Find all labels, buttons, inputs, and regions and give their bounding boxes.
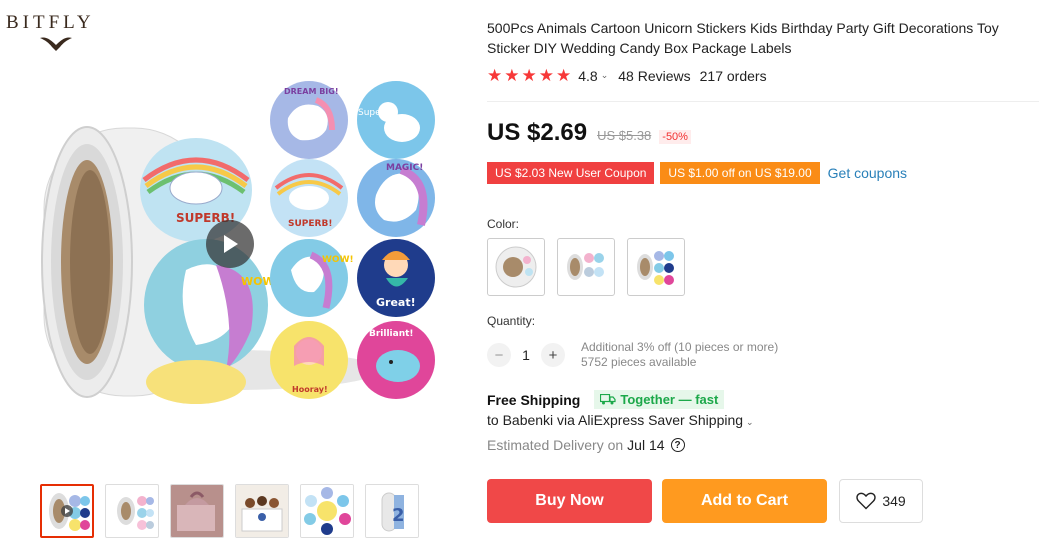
original-price: US $5.38 [597,128,652,143]
divider [487,101,1039,102]
thumbnail-6[interactable]: 2 [365,484,419,538]
help-icon[interactable]: ? [670,438,685,452]
wishlist-button[interactable]: 349 [839,479,923,523]
chevron-down-icon[interactable]: ⌄ [601,70,609,81]
discount-badge: -50% [659,130,691,144]
sticker-text-superb-2: SUPERB! [288,219,332,229]
star-rating: ★ ★ ★ ★ ★ [487,67,571,84]
delivery-date: Jul 14 [627,437,665,453]
heart-icon [856,492,876,510]
together-fast-badge: Together — fast [594,390,725,409]
quantity-label: Quantity: [487,314,536,328]
svg-text:2: 2 [392,505,405,526]
delivery-label: Estimated Delivery on [487,437,624,453]
sticker-text-dream: DREAM BIG! [284,87,339,96]
new-user-coupon[interactable]: US $2.03 New User Coupon [487,162,655,184]
wishlist-count: 349 [882,493,906,509]
truck-icon [600,394,616,405]
thumbnail-1[interactable] [40,484,94,538]
thumbnail-3[interactable] [170,484,224,538]
thumbnail-5[interactable] [300,484,354,538]
brand-logo: BITFLY [6,12,116,52]
color-option-3[interactable] [627,238,685,296]
thumbnail-4[interactable] [235,484,289,538]
play-icon [224,235,238,253]
sticker-text-great: Great! [376,296,416,309]
star-icon: ★ [538,66,554,85]
quantity-stepper: − 1 + Additional 3% off (10 pieces or mo… [487,340,778,370]
increase-quantity-button[interactable]: + [541,343,565,367]
sticker-text-hooray: Hooray! [292,385,328,394]
star-icon: ★ [487,66,503,85]
star-icon: ★ [556,66,572,85]
current-price: US $2.69 [487,119,588,146]
orders-count: 217 orders [699,67,767,84]
sticker-text-brilliant: Brilliant! [369,329,414,339]
quantity-info: Additional 3% off (10 pieces or more) 57… [581,340,778,370]
thumbnail-strip: 2 [40,484,419,538]
stock-available: 5752 pieces available [581,355,697,369]
color-options [487,238,685,296]
star-icon: ★ [504,66,520,85]
estimated-delivery: Estimated Delivery on Jul 14 ? [487,437,685,453]
decrease-quantity-button[interactable]: − [487,343,511,367]
play-video-button[interactable] [206,220,254,268]
product-info: 500Pcs Animals Cartoon Unicorn Stickers … [487,0,1039,542]
shipping-header: Free Shipping Together — fast [487,390,725,409]
star-icon: ★ [521,66,537,85]
free-shipping-label: Free Shipping [487,391,581,408]
chevron-down-icon[interactable]: ⌄ [746,417,754,427]
product-gallery: BITFLY SUPERB! WOW! DREAM BIG! Super! SU… [0,0,470,542]
coupon-row: US $2.03 New User Coupon US $1.00 off on… [487,162,907,184]
sticker-text-wow-2: WOW! [322,255,354,265]
together-fast-label: Together — fast [620,392,719,407]
add-to-cart-button[interactable]: Add to Cart [662,479,827,523]
rating-value[interactable]: 4.8 [578,68,597,84]
brand-name: BITFLY [6,12,95,33]
bird-logo-icon [40,37,72,51]
store-coupon[interactable]: US $1.00 off on US $19.00 [660,162,820,184]
price-row: US $2.69 US $5.38 -50% [487,119,691,147]
color-label: Color: [487,217,520,231]
rating-row: ★ ★ ★ ★ ★ 4.8 ⌄ 48 Reviews 217 orders [487,67,767,84]
sticker-text-magic: MAGIC! [386,163,423,173]
shipping-destination[interactable]: to Babenki via AliExpress Saver Shipping… [487,412,764,428]
product-title: 500Pcs Animals Cartoon Unicorn Stickers … [487,20,999,56]
get-coupons-link[interactable]: Get coupons [828,165,907,181]
color-option-1[interactable] [487,238,545,296]
quantity-input[interactable]: 1 [511,347,541,363]
sticker-text-super: Super! [358,108,388,118]
bulk-discount-note: Additional 3% off (10 pieces or more) [581,340,779,354]
color-option-2[interactable] [557,238,615,296]
buy-now-button[interactable]: Buy Now [487,479,652,523]
shipping-method[interactable]: to Babenki via AliExpress Saver Shipping [487,412,743,428]
thumbnail-2[interactable] [105,484,159,538]
reviews-count[interactable]: 48 Reviews [618,68,690,84]
purchase-actions: Buy Now Add to Cart 349 [487,479,923,523]
